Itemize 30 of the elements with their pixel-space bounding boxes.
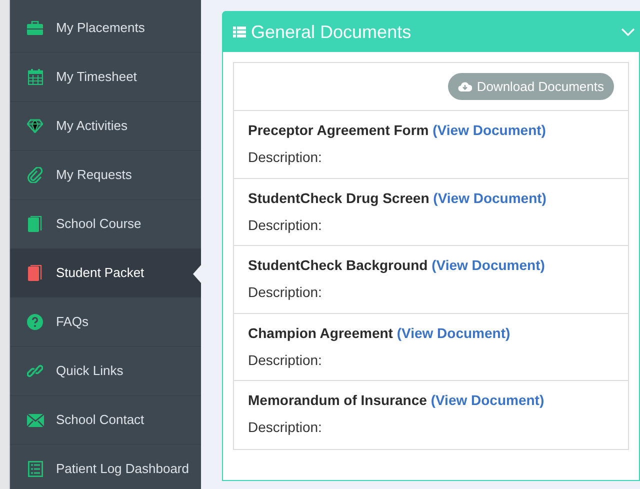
document-title: Memorandum of Insurance (View Document) [248,391,546,410]
link-icon [27,363,43,379]
view-document-link[interactable]: (View Document) [396,324,510,340]
question-icon [27,314,43,330]
document-title: StudentCheck Drug Screen (View Document) [248,188,548,208]
view-document-link[interactable]: (View Document) [432,257,545,273]
calendar-icon [28,69,42,85]
document-description: Description: [248,350,323,370]
briefcase-icon [27,21,43,35]
document-title: Champion Agreement (View Document) [248,324,512,343]
envelope-icon [26,414,44,426]
view-document-link[interactable]: (View Document) [433,190,546,206]
chevron-down-icon[interactable] [621,28,635,36]
document-description: Description: [248,283,323,302]
document-description: Description: [248,148,323,167]
view-document-link[interactable]: (View Document) [430,392,544,408]
panel-title: General Documents [251,20,412,44]
document-description: Description: [248,418,323,437]
document-title: StudentCheck Background (View Document) [248,256,546,275]
document-description: Description: [248,216,323,235]
book-icon [28,216,42,232]
list-icon [233,26,246,38]
paperclip-icon [27,167,43,183]
diamond-icon [27,119,43,133]
sidebar-item[interactable]: Student Packet [10,249,201,298]
document-title: Preceptor Agreement Form (View Document) [248,121,547,140]
book-icon [28,265,42,281]
cloud-download-icon [458,81,472,92]
view-document-link[interactable]: (View Document) [432,122,546,138]
list-icon [28,461,42,477]
